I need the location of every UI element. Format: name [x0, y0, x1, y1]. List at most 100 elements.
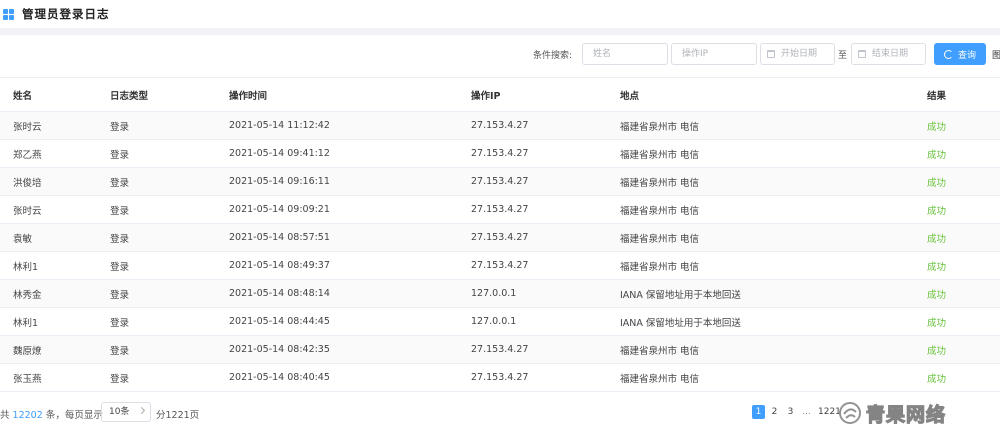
cell-location: 福建省泉州市 电信	[620, 373, 700, 385]
table-row[interactable]: 洪俊培 登录 2021-05-14 09:16:11 27.153.4.27 福建省泉州…	[0, 168, 1000, 196]
page-link[interactable]: 1	[752, 405, 765, 419]
end-date-input[interactable]: 结束日期	[851, 43, 926, 65]
grid-menu-icon	[3, 8, 14, 20]
cell-result: 成功	[927, 373, 947, 385]
column-header-log-type: 日志类型	[110, 90, 149, 102]
cell-time: 2021-05-14 08:40:45	[229, 372, 330, 383]
table-row[interactable]: 张玉燕 登录 2021-05-14 08:40:45 27.153.4.27 福建省泉州…	[0, 364, 1000, 392]
calendar-icon	[767, 50, 775, 58]
cell-time: 2021-05-14 09:41:12	[229, 148, 330, 159]
cell-name: 魏原燎	[13, 345, 42, 357]
page-ellipsis: ...	[802, 407, 811, 417]
table-row[interactable]: 张时云 登录 2021-05-14 11:12:42 27.153.4.27 福建省泉州…	[0, 112, 1000, 140]
cell-name: 郑乙燕	[13, 149, 42, 161]
column-header-ip: 操作IP	[471, 90, 501, 102]
column-header-time: 操作时间	[229, 90, 268, 102]
cell-log-type: 登录	[110, 205, 130, 217]
cell-log-type: 登录	[110, 233, 130, 245]
cell-result: 成功	[927, 205, 947, 217]
cell-ip: 27.153.4.27	[471, 232, 529, 243]
cell-ip: 27.153.4.27	[471, 148, 529, 159]
ip-input[interactable]: 操作IP	[671, 43, 757, 65]
date-range-separator: 至	[838, 51, 848, 61]
watermark-text: 青果网络	[865, 403, 947, 426]
query-button[interactable]: 查询	[934, 43, 986, 65]
cell-name: 张时云	[13, 205, 42, 217]
watermark: 青果网络	[838, 398, 1000, 428]
table-body: 张时云 登录 2021-05-14 11:12:42 27.153.4.27 福建省泉州…	[0, 112, 1000, 392]
table-row[interactable]: 林秀金 登录 2021-05-14 08:48:14 127.0.0.1 IANA 保留…	[0, 280, 1000, 308]
table-row[interactable]: 魏原燎 登录 2021-05-14 08:42:35 27.153.4.27 福建省泉州…	[0, 336, 1000, 364]
name-input-placeholder: 姓名	[593, 49, 612, 59]
cell-time: 2021-05-14 08:49:37	[229, 260, 330, 271]
cell-location: 福建省泉州市 电信	[620, 261, 700, 273]
cell-time: 2021-05-14 08:42:35	[229, 344, 330, 355]
end-date-placeholder: 结束日期	[872, 49, 909, 59]
table-header-row: 姓名 日志类型 操作时间 操作IP 地点 结果	[0, 77, 1000, 112]
cell-result: 成功	[927, 345, 947, 357]
watermark-logo-icon	[839, 402, 861, 424]
column-header-name: 姓名	[13, 90, 33, 102]
cell-time: 2021-05-14 08:44:45	[229, 316, 330, 327]
cell-ip: 27.153.4.27	[471, 260, 529, 271]
cell-time: 2021-05-14 08:48:14	[229, 288, 330, 299]
page-count: 分1221页	[156, 410, 200, 421]
table-row[interactable]: 袁敏 登录 2021-05-14 08:57:51 27.153.4.27 福建省泉州市…	[0, 224, 1000, 252]
cell-result: 成功	[927, 317, 947, 329]
total-prefix: 共	[0, 410, 10, 421]
table-row[interactable]: 林利1 登录 2021-05-14 08:49:37 27.153.4.27 福建省泉州…	[0, 252, 1000, 280]
cell-location: 福建省泉州市 电信	[620, 233, 700, 245]
cell-location: 福建省泉州市 电信	[620, 121, 700, 133]
cell-time: 2021-05-14 08:57:51	[229, 232, 330, 243]
page-link[interactable]: 2	[768, 405, 781, 419]
cell-name: 林利1	[13, 317, 39, 329]
cell-location: 福建省泉州市 电信	[620, 345, 700, 357]
cell-ip: 127.0.0.1	[471, 316, 517, 327]
cell-location: IANA 保留地址用于本地回送	[620, 317, 741, 329]
cell-ip: 27.153.4.27	[471, 344, 529, 355]
cell-log-type: 登录	[110, 261, 130, 273]
start-date-input[interactable]: 开始日期	[760, 43, 835, 65]
ip-input-placeholder: 操作IP	[682, 49, 709, 59]
start-date-placeholder: 开始日期	[781, 49, 818, 59]
total-suffix: 条，每页显示	[45, 410, 103, 421]
table-row[interactable]: 张时云 登录 2021-05-14 09:09:21 27.153.4.27 福建省泉州…	[0, 196, 1000, 224]
cell-log-type: 登录	[110, 345, 130, 357]
cell-result: 成功	[927, 177, 947, 189]
cell-log-type: 登录	[110, 149, 130, 161]
page-link[interactable]: 3	[784, 405, 797, 419]
cell-ip: 27.153.4.27	[471, 120, 529, 131]
cell-name: 袁敏	[13, 233, 33, 245]
search-label: 条件搜索:	[533, 51, 573, 61]
cell-location: IANA 保留地址用于本地回送	[620, 289, 741, 301]
cell-name: 洪俊培	[13, 177, 42, 189]
cell-result: 成功	[927, 261, 947, 273]
cell-ip: 27.153.4.27	[471, 204, 529, 215]
search-bar: 条件搜索: 姓名 操作IP 开始日期 至 结束日期 查询 图	[0, 43, 1000, 65]
table-row[interactable]: 林利1 登录 2021-05-14 08:44:45 127.0.0.1 IANA 保留…	[0, 308, 1000, 336]
table-row[interactable]: 郑乙燕 登录 2021-05-14 09:41:12 27.153.4.27 福建省泉州…	[0, 140, 1000, 168]
cell-ip: 27.153.4.27	[471, 372, 529, 383]
column-header-location: 地点	[620, 90, 640, 102]
name-input[interactable]: 姓名	[582, 43, 668, 65]
column-header-result: 结果	[927, 90, 947, 102]
page-size-value: 10条	[109, 407, 130, 417]
cell-location: 福建省泉州市 电信	[620, 177, 700, 189]
page-header: 管理员登录日志	[0, 0, 1000, 28]
total-summary: 共 12202 条，每页显示	[0, 407, 103, 421]
cell-result: 成功	[927, 121, 947, 133]
cell-name: 林利1	[13, 261, 39, 273]
cell-name: 张玉燕	[13, 373, 42, 385]
cell-result: 成功	[927, 289, 947, 301]
export-button[interactable]: 图	[992, 48, 1000, 61]
cell-ip: 27.153.4.27	[471, 176, 529, 187]
query-button-label: 查询	[957, 49, 976, 60]
cell-time: 2021-05-14 09:16:11	[229, 176, 330, 187]
cell-name: 林秀金	[13, 289, 42, 301]
cell-log-type: 登录	[110, 121, 130, 133]
cell-result: 成功	[927, 149, 947, 161]
page-size-select[interactable]: 10条	[101, 402, 151, 422]
cell-log-type: 登录	[110, 177, 130, 189]
chevron-right-icon	[137, 406, 146, 415]
cell-location: 福建省泉州市 电信	[620, 205, 700, 217]
